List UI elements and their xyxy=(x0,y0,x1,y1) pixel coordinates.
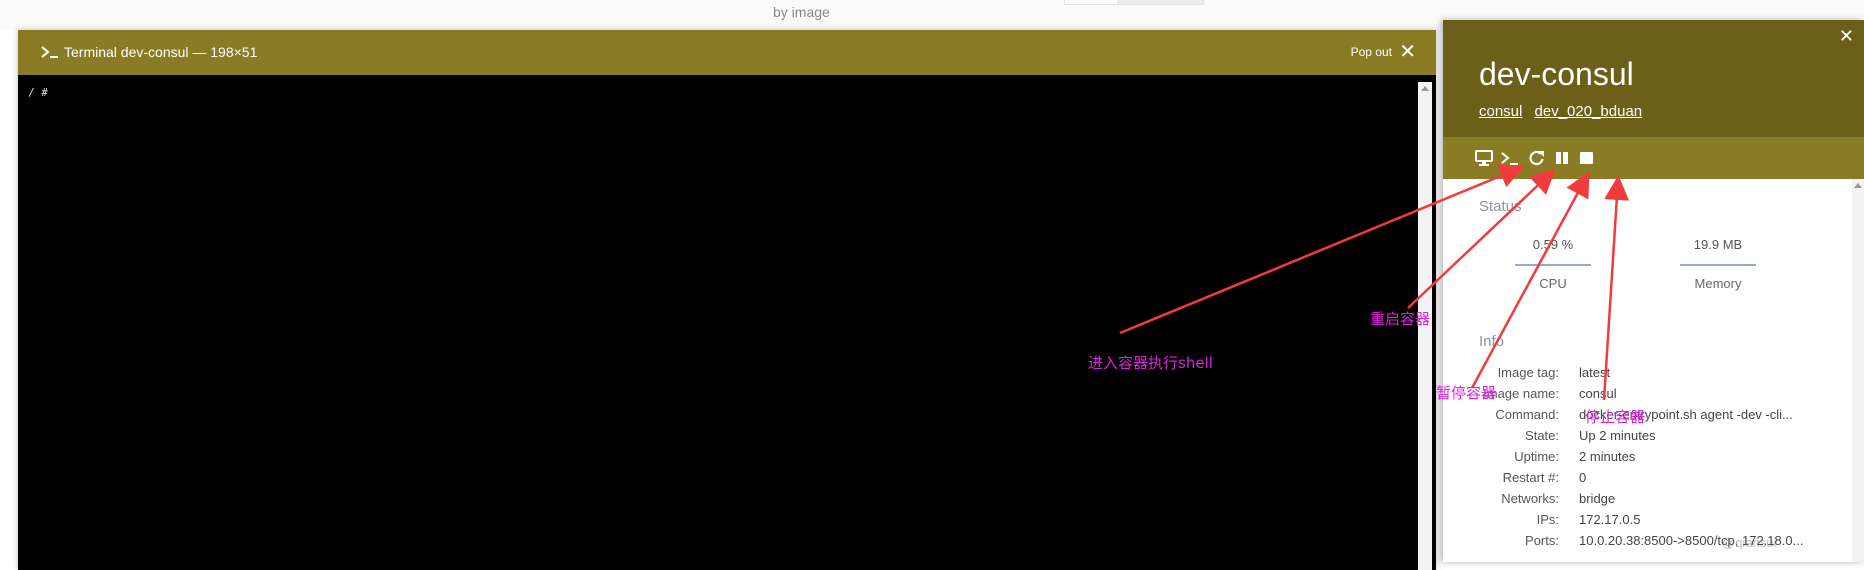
panel-toolbar xyxy=(1443,137,1864,179)
info-row: Uptime: 2 minutes xyxy=(1443,449,1843,469)
cpu-sparkline xyxy=(1515,264,1591,266)
terminal-title-text: Terminal dev-consul — 198×51 xyxy=(64,44,258,60)
pause-icon[interactable] xyxy=(1553,150,1571,166)
panel-scrollbar[interactable] xyxy=(1852,179,1864,562)
info-key: Restart #: xyxy=(1502,470,1559,485)
stop-icon[interactable] xyxy=(1578,150,1596,166)
annotation-restart: 重启容器 xyxy=(1370,310,1431,328)
info-key: Command: xyxy=(1495,407,1559,422)
annotation-pause: 暂停容器 xyxy=(1436,384,1497,402)
info-key: IPs: xyxy=(1536,512,1559,527)
info-key: Networks: xyxy=(1501,491,1559,506)
by-image-label: by image xyxy=(773,4,830,20)
info-key: Ports: xyxy=(1525,533,1559,548)
pop-out-button[interactable]: Pop out xyxy=(1351,45,1392,59)
info-row: Ports: 10.0.20.38:8500->8500/tcp, 172.18.… xyxy=(1443,533,1843,553)
close-icon[interactable]: ✕ xyxy=(1399,39,1416,64)
cpu-value: 0.59 % xyxy=(1532,237,1574,252)
info-value: Up 2 minutes xyxy=(1579,428,1656,443)
panel-title: dev-consul xyxy=(1479,56,1634,92)
info-row: State: Up 2 minutes xyxy=(1443,428,1843,448)
host-link[interactable]: dev_020_bduan xyxy=(1535,103,1643,120)
memory-metric: 19.9 MB Memory xyxy=(1658,237,1778,291)
memory-label: Memory xyxy=(1694,276,1742,291)
info-row: IPs: 172.17.0.5 xyxy=(1443,512,1843,532)
info-value: 2 minutes xyxy=(1579,449,1636,464)
terminal-title: Terminal dev-consul — 198×51 xyxy=(40,44,257,60)
status-section-title: Status xyxy=(1479,198,1522,215)
view-toggle[interactable] xyxy=(1064,0,1204,5)
annotation-exec-shell: 进入容器执行shell xyxy=(1088,354,1213,372)
terminal-exec-icon[interactable] xyxy=(1501,150,1519,166)
info-key: Uptime: xyxy=(1514,449,1559,464)
memory-value: 19.9 MB xyxy=(1693,237,1743,252)
info-row: Image name: consul xyxy=(1443,386,1843,406)
panel-close-icon[interactable]: ✕ xyxy=(1839,26,1854,47)
terminal-icon xyxy=(41,46,58,58)
info-key: Image tag: xyxy=(1497,365,1559,380)
memory-sparkline xyxy=(1680,264,1756,266)
container-detail-panel: ✕ dev-consul consul dev_020_bduan Status… xyxy=(1443,20,1864,562)
annotation-stop: 停止容器 xyxy=(1585,408,1646,426)
info-row: Restart #: 0 xyxy=(1443,470,1843,490)
info-value: latest xyxy=(1579,365,1611,380)
terminal-output[interactable]: / # xyxy=(24,82,1419,570)
info-value: consul xyxy=(1579,386,1617,401)
terminal-window: Terminal dev-consul — 198×51 Pop out ✕ /… xyxy=(18,30,1436,570)
image-link[interactable]: consul xyxy=(1479,103,1522,120)
info-section-title: Info xyxy=(1479,333,1505,350)
info-row: Networks: bridge xyxy=(1443,491,1843,511)
info-value: 172.17.0.5 xyxy=(1579,512,1641,527)
panel-header: ✕ dev-consul consul dev_020_bduan xyxy=(1443,20,1864,137)
cpu-label: CPU xyxy=(1539,276,1567,291)
restart-icon[interactable] xyxy=(1528,150,1546,166)
monitor-icon[interactable] xyxy=(1475,150,1493,166)
info-value: bridge xyxy=(1579,491,1616,506)
watermark: @qiansui xyxy=(1722,535,1777,550)
cpu-metric: 0.59 % CPU xyxy=(1493,237,1613,291)
terminal-header: Terminal dev-consul — 198×51 Pop out ✕ xyxy=(18,30,1436,75)
terminal-prompt-line: / # xyxy=(28,86,48,99)
info-key: State: xyxy=(1525,428,1559,443)
panel-links: consul dev_020_bduan xyxy=(1479,103,1650,120)
info-row: Image tag: latest xyxy=(1443,365,1843,385)
info-value: 0 xyxy=(1579,470,1587,485)
